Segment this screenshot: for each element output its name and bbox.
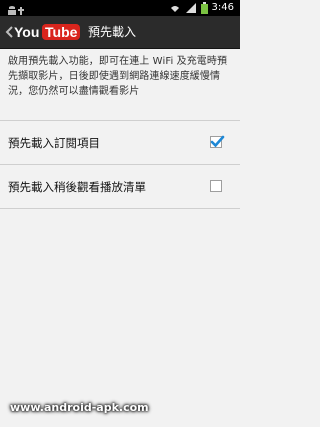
battery-icon [200, 2, 208, 14]
youtube-logo-tube: Tube [45, 24, 78, 40]
signal-icon [185, 3, 196, 13]
divider [0, 208, 240, 209]
setting-row-subscriptions[interactable]: 預先載入訂閱項目 [0, 122, 240, 164]
check-icon [210, 135, 225, 148]
page-title: 預先載入 [88, 25, 137, 39]
setting-row-watch-later[interactable]: 預先載入稍後觀看播放清單 [0, 166, 240, 208]
settings-content: 啟用預先載入功能，即可在連上 WiFi 及充電時預先擷取影片，日後即使遇到網路連… [0, 48, 240, 427]
status-bar: 3:46 [0, 0, 240, 16]
status-right-icons: 3:46 [169, 0, 234, 16]
action-bar: You Tube 預先載入 [0, 16, 240, 49]
divider [0, 164, 240, 165]
status-left-icons [6, 2, 34, 15]
youtube-logo: You Tube [14, 24, 80, 40]
status-time: 3:46 [211, 2, 234, 13]
checkbox-watch-later[interactable] [210, 180, 222, 192]
watermark-text: www.android-apk.com [10, 401, 149, 414]
divider [0, 120, 240, 121]
wifi-icon [170, 6, 179, 12]
checkbox-subscriptions[interactable] [210, 135, 225, 148]
setting-label: 預先載入訂閱項目 [8, 136, 100, 150]
youtube-logo-you: You [14, 24, 39, 40]
setting-label: 預先載入稍後觀看播放清單 [8, 180, 146, 194]
settings-description: 啟用預先載入功能，即可在連上 WiFi 及充電時預先擷取影片，日後即使遇到網路連… [8, 56, 228, 97]
